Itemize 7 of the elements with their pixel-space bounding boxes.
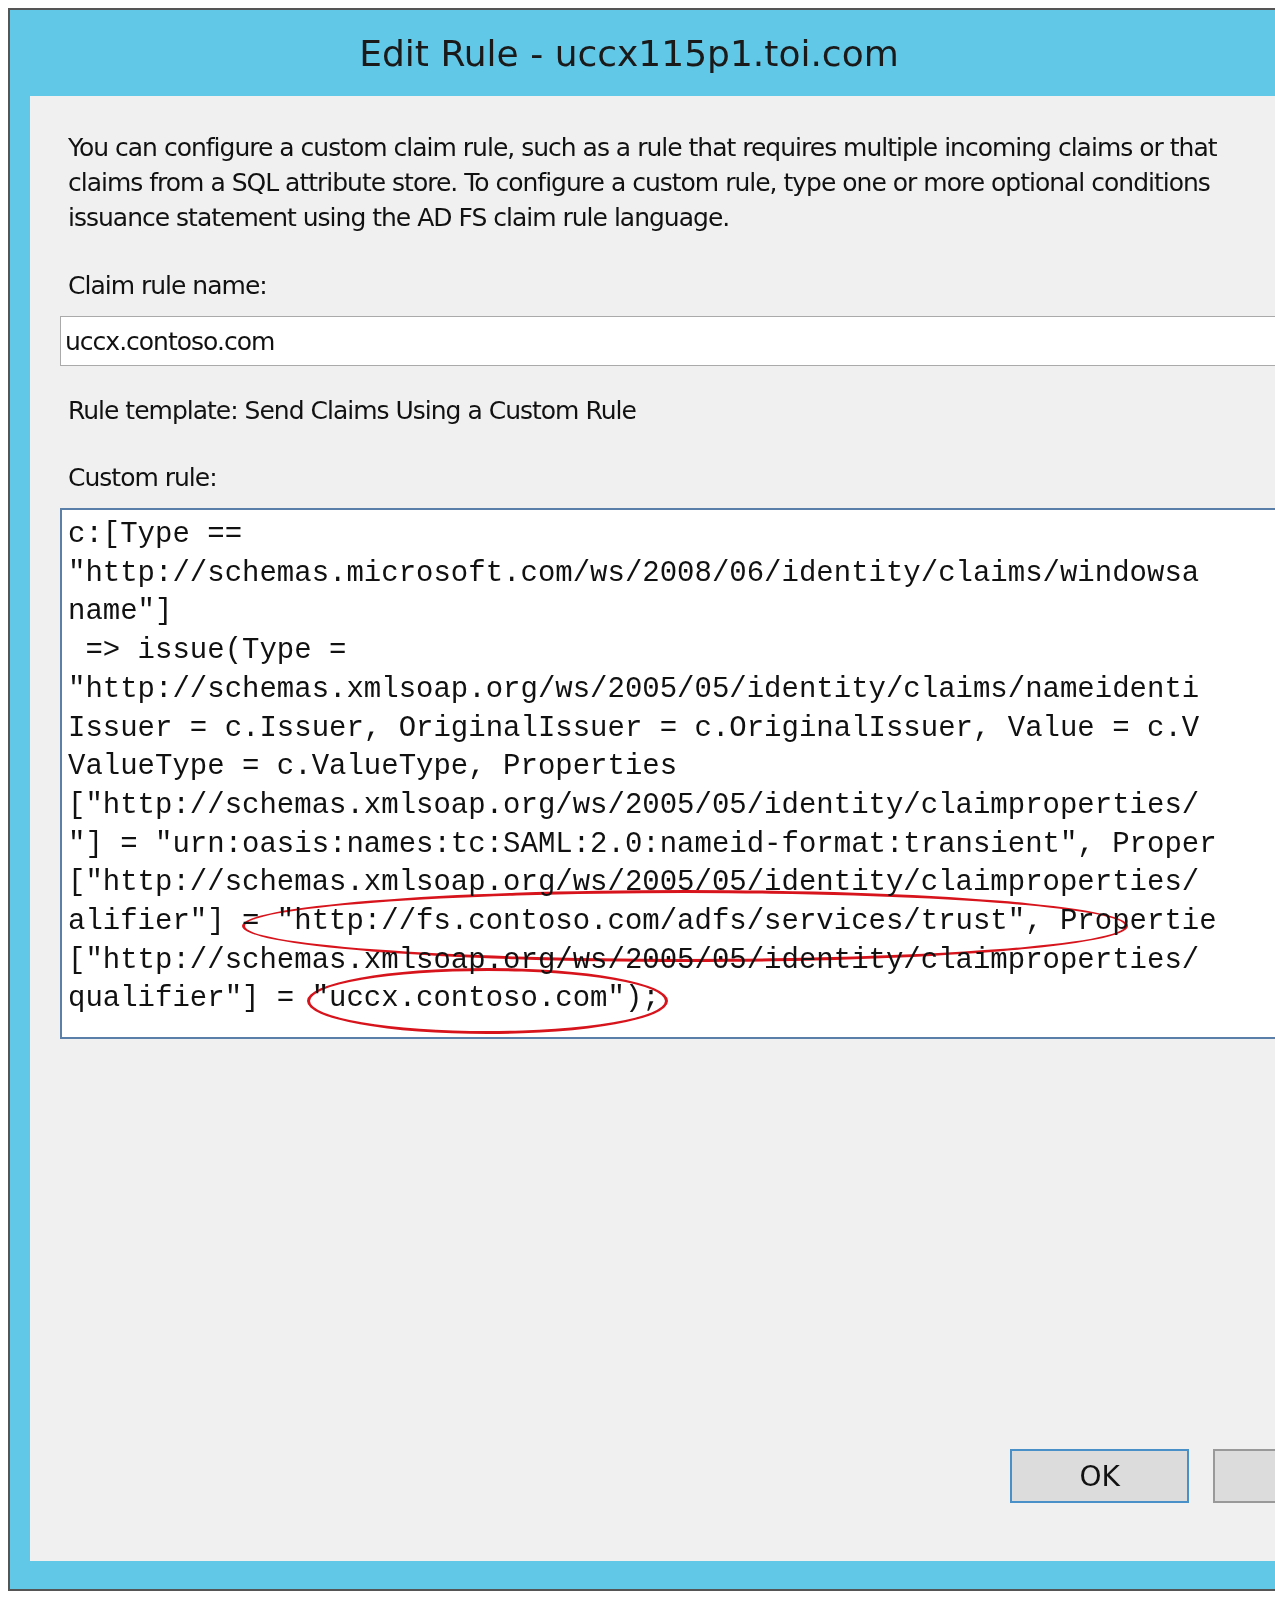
- field-label: Custom rule:: [68, 463, 217, 492]
- window-title: Edit Rule - uccx115p1.toi.com: [359, 32, 899, 74]
- claim-rule-name-field[interactable]: uccx.contoso.com: [60, 316, 1275, 366]
- rule-template-text: Rule template: Send Claims Using a Custom Rule: [68, 396, 636, 425]
- description-text: You can configure a custom claim rule, such as a rule that requires multiple incoming claims or that claims from a SQL attribute store. To configure a custom rule, type one or more optional conditions issuance statement using the AD FS claim rule language.: [68, 132, 1218, 234]
- ok-button[interactable]: OK: [1010, 1449, 1190, 1503]
- field-label: Claim rule name:: [68, 271, 267, 300]
